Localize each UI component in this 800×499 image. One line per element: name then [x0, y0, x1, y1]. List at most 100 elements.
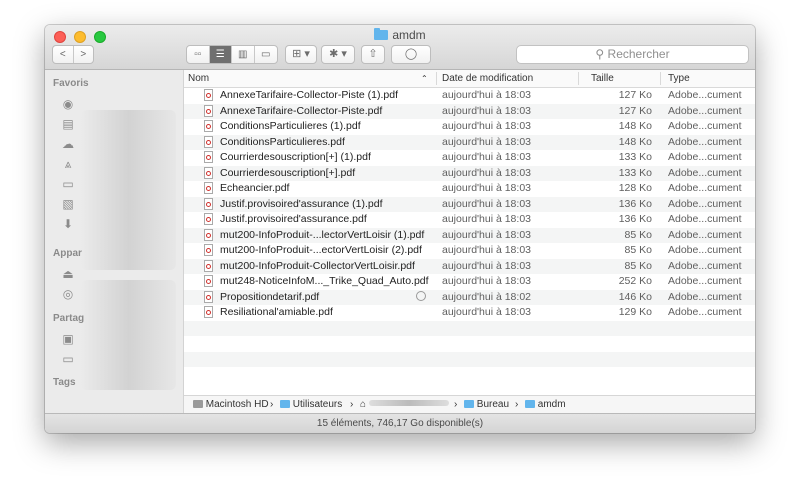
- table-row[interactable]: Echeancier.pdf aujourd'hui à 18:03 128 Ko A…: [184, 181, 755, 197]
- arrange-button[interactable]: ⊞ ▾: [285, 45, 317, 64]
- pdf-file-icon: [204, 104, 213, 117]
- file-name: mut200-InfoProduit-...lectorVertLoisir (…: [220, 228, 425, 241]
- table-row[interactable]: Justif.provisoired'assurance.pdf aujourd'…: [184, 212, 755, 228]
- search-placeholder: Rechercher: [607, 47, 670, 61]
- file-size: 127 Ko: [618, 104, 652, 117]
- table-row[interactable]: Courrierdesouscription[+].pdf aujourd'hui…: [184, 165, 755, 181]
- path-separator: ›: [515, 399, 519, 410]
- table-row[interactable]: AnnexeTarifaire-Collector-Piste (1).pdf a…: [184, 88, 755, 104]
- icloud-icon[interactable]: ☁: [61, 137, 75, 151]
- finder-window: amdm < > ▫▫ ☰ ▥ ▭ ⊞ ▾ ✱ ▾ ⇧ ◯ ⚲ Recherch…: [45, 25, 755, 433]
- documents-folder-icon[interactable]: ▧: [61, 197, 75, 211]
- file-list: Nom ⌃ Date de modification Taille Type A…: [184, 70, 755, 395]
- icon-view-icon[interactable]: ▫▫: [187, 46, 210, 63]
- table-row[interactable]: ConditionsParticulieres.pdf aujourd'hui à…: [184, 134, 755, 150]
- status-bar: 15 éléments, 746,17 Go disponible(s): [45, 413, 755, 433]
- file-type: Adobe...cument: [668, 275, 742, 287]
- file-date: aujourd'hui à 18:03: [442, 89, 531, 101]
- column-header: Nom ⌃ Date de modification Taille Type: [184, 70, 755, 88]
- pdf-file-icon: [204, 275, 213, 287]
- folder-icon: [280, 400, 290, 408]
- applications-icon[interactable]: ⩓: [61, 157, 75, 171]
- table-row[interactable]: Justif.provisoired'assurance (1).pdf aujo…: [184, 196, 755, 212]
- list-view-icon[interactable]: ☰: [209, 46, 232, 63]
- file-type: Adobe...cument: [668, 135, 742, 148]
- file-name: Resiliational'amiable.pdf: [220, 306, 333, 318]
- table-row[interactable]: Courrierdesouscription[+] (1).pdf aujourd…: [184, 150, 755, 166]
- computer-icon[interactable]: ▣: [61, 332, 75, 346]
- file-type: Adobe...cument: [668, 244, 742, 256]
- file-size: 136 Ko: [618, 197, 652, 210]
- path-separator: ›: [454, 399, 458, 410]
- action-button[interactable]: ✱ ▾: [321, 45, 355, 64]
- table-row[interactable]: Resiliational'amiable.pdf aujourd'hui à 1…: [184, 305, 755, 321]
- file-date: aujourd'hui à 18:03: [442, 166, 531, 179]
- downloads-icon[interactable]: ⬇: [61, 217, 75, 231]
- file-name: Propositiondetarif.pdf: [220, 290, 320, 303]
- path-bar: Macintosh HD › Utilisateurs › ⌂ › Bureau…: [184, 395, 755, 414]
- column-type[interactable]: Type: [668, 73, 690, 84]
- path-item-utilisateurs[interactable]: Utilisateurs: [280, 399, 342, 410]
- file-date: aujourd'hui à 18:03: [442, 213, 531, 225]
- folder-icon: [464, 400, 474, 408]
- drive-icon[interactable]: ⏏: [61, 267, 75, 281]
- column-date[interactable]: Date de modification: [442, 73, 533, 84]
- desktop-icon[interactable]: ▭: [61, 177, 75, 191]
- file-size: 148 Ko: [618, 135, 652, 148]
- path-item-bureau[interactable]: Bureau: [464, 399, 509, 410]
- back-button[interactable]: <: [53, 46, 74, 63]
- column-view-icon[interactable]: ▥: [232, 46, 255, 63]
- tag-button[interactable]: ◯: [391, 45, 431, 64]
- file-date: aujourd'hui à 18:03: [442, 197, 531, 210]
- redacted-area: [81, 110, 176, 270]
- forward-button[interactable]: >: [74, 46, 94, 63]
- column-name[interactable]: Nom: [188, 73, 209, 84]
- nav-buttons: < >: [52, 45, 94, 64]
- airdrop-icon[interactable]: ◉: [61, 97, 75, 111]
- table-row[interactable]: Propositiondetarif.pdf aujourd'hui à 18:0…: [184, 289, 755, 305]
- file-type: Adobe...cument: [668, 89, 742, 101]
- display-icon[interactable]: ▭: [61, 352, 75, 366]
- file-rows: AnnexeTarifaire-Collector-Piste (1).pdf a…: [184, 88, 755, 383]
- file-date: aujourd'hui à 18:03: [442, 135, 531, 148]
- file-name: Justif.provisoired'assurance.pdf: [220, 213, 367, 225]
- path-item-macintosh-hd[interactable]: Macintosh HD: [193, 399, 269, 410]
- file-size: 85 Ko: [624, 259, 652, 272]
- file-type: Adobe...cument: [668, 120, 742, 132]
- file-size: 136 Ko: [618, 213, 652, 225]
- path-item-amdm[interactable]: amdm: [525, 399, 566, 410]
- pdf-file-icon: [204, 182, 213, 194]
- file-date: aujourd'hui à 18:03: [442, 151, 531, 163]
- file-size: 85 Ko: [624, 228, 652, 241]
- search-input[interactable]: ⚲ Rechercher: [516, 45, 749, 64]
- documents-icon[interactable]: ▤: [61, 117, 75, 131]
- table-row[interactable]: mut200-InfoProduit-...ectorVertLoisir (2…: [184, 243, 755, 259]
- file-type: Adobe...cument: [668, 151, 742, 163]
- coverflow-view-icon[interactable]: ▭: [255, 46, 277, 63]
- sort-chevron-icon[interactable]: ⌃: [421, 74, 428, 83]
- file-name: ConditionsParticulieres (1).pdf: [220, 120, 361, 132]
- file-type: Adobe...cument: [668, 182, 742, 194]
- file-type: Adobe...cument: [668, 228, 742, 241]
- table-row[interactable]: AnnexeTarifaire-Collector-Piste.pdf aujou…: [184, 103, 755, 119]
- favorites-heading: Favoris: [53, 78, 89, 89]
- file-type: Adobe...cument: [668, 213, 742, 225]
- search-icon: ⚲: [595, 47, 605, 61]
- file-type: Adobe...cument: [668, 259, 742, 272]
- disc-icon[interactable]: ◎: [61, 287, 75, 301]
- file-type: Adobe...cument: [668, 197, 742, 210]
- share-icon: ⇧: [368, 48, 378, 60]
- pdf-file-icon: [204, 259, 213, 272]
- table-row[interactable]: ConditionsParticulieres (1).pdf aujourd'h…: [184, 119, 755, 135]
- column-size[interactable]: Taille: [591, 73, 614, 84]
- file-size: 252 Ko: [618, 275, 652, 287]
- devices-heading: Appar: [53, 248, 82, 259]
- file-type: Adobe...cument: [668, 166, 742, 179]
- table-row[interactable]: mut200-InfoProduit-CollectorVertLoisir.p…: [184, 258, 755, 274]
- file-date: aujourd'hui à 18:03: [442, 104, 531, 117]
- path-item-home[interactable]: ⌂: [360, 399, 449, 410]
- table-row[interactable]: mut200-InfoProduit-...lectorVertLoisir (…: [184, 227, 755, 243]
- file-name: Echeancier.pdf: [220, 182, 290, 194]
- table-row[interactable]: mut248-NoticeInfoM..._Trike_Quad_Auto.pd…: [184, 274, 755, 290]
- share-button[interactable]: ⇧: [361, 45, 385, 64]
